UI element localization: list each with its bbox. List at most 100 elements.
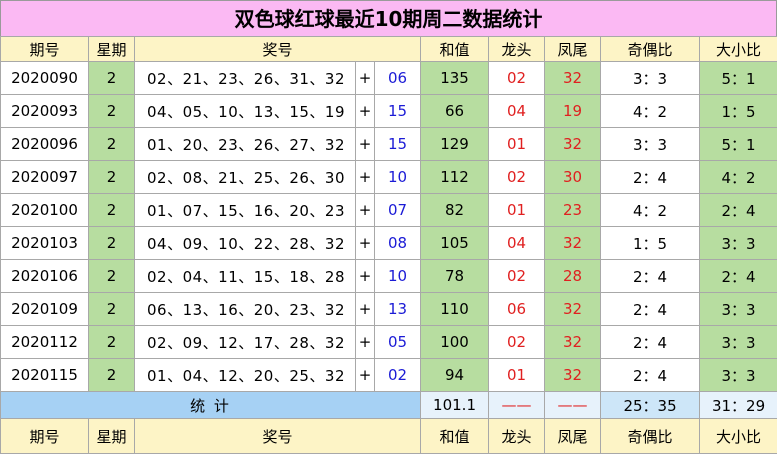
tail-cell: 32	[544, 292, 602, 326]
sum-cell: 112	[420, 160, 490, 194]
header-odd-even: 奇偶比	[600, 36, 701, 62]
header-tail: 凤尾	[544, 36, 602, 62]
table-row: 2020103 2 04、09、10、22、28、32 +08 105 04 32 1：5 3：…	[0, 226, 777, 260]
weekday-cell: 2	[88, 193, 135, 227]
big-small-cell: 3：3	[699, 292, 777, 326]
period-cell: 2020096	[0, 127, 89, 161]
header-numbers: 奖号	[133, 36, 422, 62]
plus-sign: +	[355, 160, 375, 194]
weekday-cell: 2	[88, 160, 135, 194]
head-cell: 02	[488, 61, 546, 95]
red-balls-cell: 02、21、23、26、31、32	[134, 61, 356, 95]
period-cell: 2020112	[0, 325, 89, 359]
header-weekday: 星期	[88, 36, 135, 62]
head-cell: 04	[488, 226, 546, 260]
red-balls-cell: 02、09、12、17、28、32	[134, 325, 356, 359]
odd-even-cell: 2：4	[600, 292, 701, 326]
tail-cell: 32	[544, 127, 602, 161]
blue-ball-cell: 02	[373, 358, 422, 392]
red-balls-cell: 01、07、15、16、20、23	[134, 193, 356, 227]
stats-head: ——	[488, 391, 546, 419]
red-balls-cell: 01、20、23、26、27、32	[134, 127, 356, 161]
blue-ball-cell: 10	[373, 160, 422, 194]
sum-cell: 100	[420, 325, 490, 359]
head-cell: 01	[488, 127, 546, 161]
stats-big-small: 31：29	[699, 391, 777, 419]
head-cell: 02	[488, 160, 546, 194]
header-row: 期号 星期 奖号 和值 龙头 凤尾 奇偶比 大小比	[0, 36, 777, 62]
blue-ball-cell: 07	[373, 193, 422, 227]
period-cell: 2020100	[0, 193, 89, 227]
period-cell: 2020097	[0, 160, 89, 194]
table-row: 2020097 2 02、08、21、25、26、30 +10 112 02 30 2：4 4：…	[0, 160, 777, 194]
plus-sign: +	[355, 94, 375, 128]
weekday-cell: 2	[88, 127, 135, 161]
table-row: 2020106 2 02、04、11、15、18、28 +10 78 02 28 2：4 2：4	[0, 259, 777, 293]
sum-cell: 66	[420, 94, 490, 128]
sum-cell: 105	[420, 226, 490, 260]
odd-even-cell: 1：5	[600, 226, 701, 260]
sum-cell: 94	[420, 358, 490, 392]
sum-cell: 129	[420, 127, 490, 161]
stats-row: 统 计 101.1 —— —— 25：35 31：29	[0, 391, 777, 419]
red-balls-cell: 06、13、16、20、23、32	[134, 292, 356, 326]
odd-even-cell: 4：2	[600, 193, 701, 227]
header-head: 龙头	[488, 36, 546, 62]
plus-sign: +	[355, 292, 375, 326]
period-cell: 2020106	[0, 259, 89, 293]
odd-even-cell: 2：4	[600, 325, 701, 359]
red-balls-cell: 02、04、11、15、18、28	[134, 259, 356, 293]
period-cell: 2020093	[0, 94, 89, 128]
blue-ball-cell: 15	[373, 127, 422, 161]
weekday-cell: 2	[88, 259, 135, 293]
head-cell: 02	[488, 259, 546, 293]
blue-ball-cell: 06	[373, 61, 422, 95]
weekday-cell: 2	[88, 292, 135, 326]
head-cell: 02	[488, 325, 546, 359]
stats-tail: ——	[544, 391, 602, 419]
stats-odd-even: 25：35	[600, 391, 701, 419]
plus-sign: +	[355, 127, 375, 161]
big-small-cell: 5：1	[699, 61, 777, 95]
sum-cell: 135	[420, 61, 490, 95]
tail-cell: 32	[544, 226, 602, 260]
plus-sign: +	[355, 259, 375, 293]
footer-weekday: 星期	[88, 418, 135, 454]
table-title: 双色球红球最近10期周二数据统计	[0, 0, 777, 36]
table-row: 2020115 2 01、04、12、20、25、32 +02 94 01 32 2：4 3：3	[0, 358, 777, 392]
big-small-cell: 3：3	[699, 325, 777, 359]
plus-sign: +	[355, 193, 375, 227]
footer-sum: 和值	[420, 418, 490, 454]
big-small-cell: 5：1	[699, 127, 777, 161]
plus-sign: +	[355, 358, 375, 392]
blue-ball-cell: 10	[373, 259, 422, 293]
odd-even-cell: 3：3	[600, 61, 701, 95]
table-row: 2020096 2 01、20、23、26、27、32 +15 129 01 32 3：3 5：…	[0, 127, 777, 161]
tail-cell: 32	[544, 358, 602, 392]
sum-cell: 110	[420, 292, 490, 326]
big-small-cell: 2：4	[699, 193, 777, 227]
blue-ball-cell: 15	[373, 94, 422, 128]
big-small-cell: 3：3	[699, 226, 777, 260]
odd-even-cell: 2：4	[600, 259, 701, 293]
big-small-cell: 3：3	[699, 358, 777, 392]
plus-sign: +	[355, 325, 375, 359]
stats-sum: 101.1	[420, 391, 490, 419]
footer-big-small: 大小比	[699, 418, 777, 454]
header-period: 期号	[0, 36, 89, 62]
weekday-cell: 2	[88, 325, 135, 359]
plus-sign: +	[355, 226, 375, 260]
tail-cell: 30	[544, 160, 602, 194]
weekday-cell: 2	[88, 358, 135, 392]
big-small-cell: 4：2	[699, 160, 777, 194]
header-big-small: 大小比	[699, 36, 777, 62]
head-cell: 01	[488, 193, 546, 227]
weekday-cell: 2	[88, 61, 135, 95]
red-balls-cell: 02、08、21、25、26、30	[134, 160, 356, 194]
table-row: 2020109 2 06、13、16、20、23、32 +13 110 06 32 2：4 3：…	[0, 292, 777, 326]
red-balls-cell: 04、09、10、22、28、32	[134, 226, 356, 260]
sum-cell: 78	[420, 259, 490, 293]
weekday-cell: 2	[88, 226, 135, 260]
head-cell: 06	[488, 292, 546, 326]
lottery-table: 期号 星期 奖号 和值 龙头 凤尾 奇偶比 大小比 2020090 2 02、21、…	[0, 36, 777, 454]
